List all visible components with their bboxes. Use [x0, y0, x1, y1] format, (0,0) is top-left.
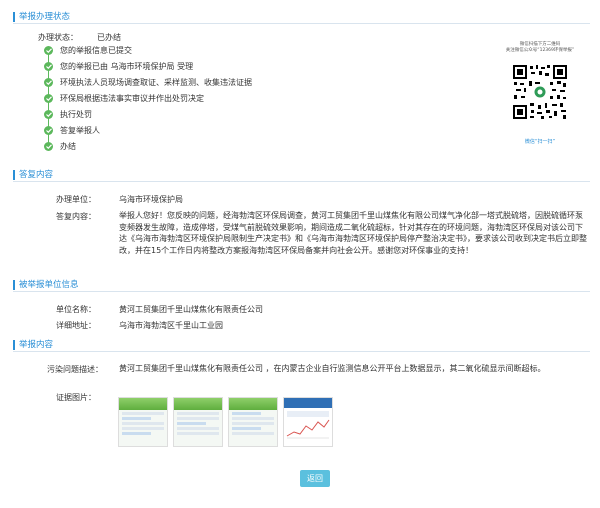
check-icon [44, 142, 53, 151]
timeline-step: 办结 [44, 140, 344, 155]
reply-content-label: 答复内容： [56, 212, 96, 221]
check-icon [44, 46, 53, 55]
section-title: 被举报单位信息 [19, 280, 79, 290]
section-accent-bar [13, 280, 15, 290]
qr-caption-bottom: 微信“扫一扫” [524, 139, 556, 145]
qr-code-icon [512, 64, 568, 120]
timeline-step: 您的举报已由 乌海市环境保护局 受理 [44, 60, 344, 75]
check-icon [44, 94, 53, 103]
timeline-step: 执行处罚 [44, 108, 344, 123]
qr-caption-top-line2: 关注微信公众号“12369环保举报” [505, 48, 575, 53]
timeline-step-text: 您的举报信息已提交 [60, 46, 132, 55]
section-title: 举报内容 [19, 340, 54, 350]
target-section-header: 被举报单位信息 [13, 278, 590, 292]
status-label: 办理状态： [38, 33, 78, 42]
section-accent-bar [13, 170, 15, 180]
section-accent-bar [13, 340, 15, 350]
problem-label: 污染问题描述： [47, 365, 103, 374]
evidence-image[interactable] [118, 397, 168, 447]
evidence-images-label: 证据图片： [56, 393, 96, 402]
qr-code-panel: 微信扫描下方二维码 关注微信公众号“12369环保举报” 微信“扫一扫” [500, 42, 580, 152]
report-section-header: 举报内容 [13, 338, 590, 352]
timeline-step-text: 您的举报已由 乌海市环境保护局 受理 [60, 62, 194, 71]
timeline-step: 环保局根据违法事实审议并作出处罚决定 [44, 92, 344, 107]
timeline-step-text: 办结 [60, 142, 76, 151]
check-icon [44, 110, 53, 119]
evidence-image[interactable] [173, 397, 223, 447]
target-address-value: 乌海市海勃湾区千里山工业园 [119, 321, 223, 330]
section-accent-bar [13, 12, 15, 22]
check-icon [44, 126, 53, 135]
evidence-image[interactable] [228, 397, 278, 447]
reply-unit-value: 乌海市环境保护局 [119, 195, 183, 204]
timeline-step-text: 执行处罚 [60, 110, 92, 119]
check-icon [44, 78, 53, 87]
section-title: 答复内容 [19, 170, 54, 180]
evidence-image[interactable] [283, 397, 333, 447]
reply-unit-label: 办理单位： [56, 195, 96, 204]
target-address-label: 详细地址： [56, 321, 96, 330]
timeline-step: 答复举报人 [44, 124, 344, 139]
target-name-value: 黄河工贸集团千里山煤焦化有限责任公司 [119, 305, 263, 314]
problem-value: 黄河工贸集团千里山煤焦化有限责任公司 ，在内蒙古企业自行监测信息公开平台上数据显… [119, 364, 546, 373]
timeline-step-text: 环保局根据违法事实审议并作出处罚决定 [60, 94, 204, 103]
timeline-step: 环境执法人员现场调查取证、采样监测、收集违法证据 [44, 76, 344, 91]
reply-content-value: 举报人您好！您反映的问题，经海勃湾区环保局调查，黄河工贸集团千里山煤焦化有限公司… [119, 211, 587, 255]
target-name-label: 单位名称： [56, 305, 96, 314]
back-button[interactable]: 返回 [300, 470, 330, 487]
timeline-step-text: 答复举报人 [60, 126, 100, 135]
status-section-header: 举报办理状态 [13, 10, 590, 24]
timeline-step: 您的举报信息已提交 [44, 44, 344, 59]
reply-section-header: 答复内容 [13, 168, 590, 182]
timeline-step-text: 环境执法人员现场调查取证、采样监测、收集违法证据 [60, 78, 252, 87]
check-icon [44, 62, 53, 71]
section-title: 举报办理状态 [19, 12, 71, 22]
status-value: 已办结 [97, 33, 121, 42]
